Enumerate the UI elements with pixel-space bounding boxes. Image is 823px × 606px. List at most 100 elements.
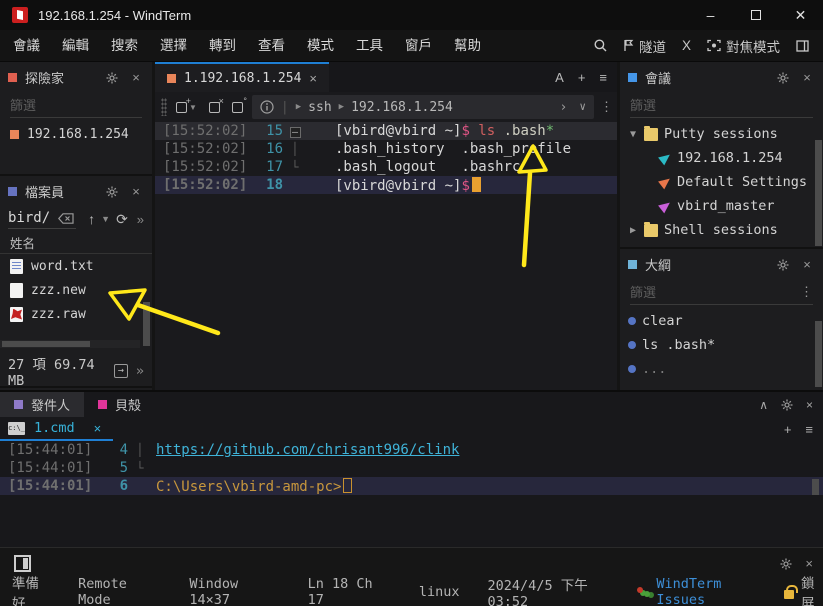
filer-settings-icon[interactable] [104,184,120,199]
new-tab-icon[interactable]: + [578,70,586,85]
outline-settings-icon[interactable] [775,257,791,272]
layout-toggle-icon[interactable] [792,40,813,52]
sessions-filter-input[interactable]: 篩選 [630,92,813,118]
explorer-host-item[interactable]: 192.168.1.254 [0,122,152,146]
maximize-button[interactable] [733,0,778,30]
status-cursor-position[interactable]: Ln 18 Ch 17 [308,576,383,606]
status-mode[interactable]: Remote Mode [78,576,153,606]
explorer-filter-input[interactable]: 篩選 [10,92,142,118]
tree-group-putty-sessions[interactable]: ▼ Putty sessions [620,122,823,146]
filer-vscroll-thumb[interactable] [143,302,150,346]
outline-item-clear[interactable]: clear [620,309,823,333]
close-button[interactable]: ✕ [778,0,823,30]
clone-session-button[interactable]: ° [229,102,246,113]
minimize-button[interactable]: – [688,0,733,30]
filer-horizontal-scrollbar[interactable] [0,340,140,348]
menu-session[interactable]: 會議 [2,30,51,62]
menu-window[interactable]: 窗戶 [394,30,443,62]
file-row-zzz-raw[interactable]: zzz.raw [0,302,152,326]
up-dropdown-icon[interactable]: ▼ [101,214,110,224]
filer-status-more-icon[interactable]: » [136,363,144,379]
cmd-tab-close-icon[interactable]: × [94,421,102,436]
toolbar-overflow-icon[interactable]: ⋮ [600,99,613,115]
terminal-tab-active[interactable]: 1.192.168.1.254 × [155,62,329,92]
outline-item-ls-bash[interactable]: ls .bash* [620,333,823,357]
address-bar[interactable]: | ▶ ssh ▶ 192.168.1.254 › ∨ [252,95,594,119]
terminal-tab-close-icon[interactable]: × [309,71,317,86]
menu-view[interactable]: 查看 [247,30,296,62]
menu-search[interactable]: 搜索 [100,30,149,62]
filer-hscroll-thumb[interactable] [2,341,90,347]
strip-settings-icon[interactable] [780,556,792,571]
menu-goto[interactable]: 轉到 [198,30,247,62]
new-session-button[interactable]: +▼ [173,102,200,113]
focus-mode-button[interactable]: 對焦模式 [703,36,784,56]
expander-open-icon[interactable]: ▼ [628,129,638,140]
outline-close-icon[interactable]: × [799,257,815,272]
dock-collapse-icon[interactable]: ∧ [759,398,768,412]
dock-tab-shell[interactable]: 貝殼 [84,392,155,417]
up-directory-icon[interactable]: ↑ [88,211,95,227]
menu-edit[interactable]: 編輯 [51,30,100,62]
address-segment[interactable]: 192.168.1.254 [351,100,453,115]
outline-overflow-icon[interactable]: ⋮ [800,284,813,300]
x-server-button[interactable]: X [678,38,695,53]
dock-new-tab-icon[interactable]: + [784,422,792,437]
explorer-close-icon[interactable]: × [128,70,144,85]
open-location-icon[interactable]: → [114,364,128,378]
menu-mode[interactable]: 模式 [296,30,345,62]
dock-tab-sender[interactable]: 發件人 [0,392,84,417]
strip-close-icon[interactable]: × [805,556,813,571]
hyperlink[interactable]: https://github.com/chrisant996/clink [156,442,459,458]
protocol-segment[interactable]: ssh [308,100,331,115]
path-input[interactable]: bird/ [8,209,76,229]
toolbar-grip-handle[interactable] [161,98,167,116]
refresh-icon[interactable]: ⟳ [116,211,128,228]
name-column-header[interactable]: 姓名 [0,232,152,254]
cmd-tab-active[interactable]: c:\_ 1.cmd × [0,417,113,441]
run-chevron-icon[interactable]: › [560,100,568,115]
lock-screen-button[interactable]: 鎖屏 [784,572,823,606]
tree-item-vbird-master[interactable]: vbird_master [620,194,823,218]
explorer-settings-icon[interactable] [104,70,120,85]
file-row-zzz-new[interactable]: zzz.new [0,278,152,302]
filer-more-icon[interactable]: » [137,212,144,227]
status-ready[interactable]: 準備好 [12,572,46,606]
outline-filter-input[interactable]: 篩選 ⋮ [630,279,813,305]
outline-vscroll-thumb[interactable] [815,321,822,387]
tree-group-shell-sessions[interactable]: ▶ Shell sessions [620,218,823,242]
sessions-vscroll-thumb[interactable] [815,140,822,246]
outline-item-current[interactable]: ... [620,357,823,381]
tree-item-default-settings[interactable]: Default Settings [620,170,823,194]
dock-vscroll-thumb[interactable] [812,479,819,495]
dock-settings-icon[interactable] [781,398,793,412]
tree-item-host[interactable]: 192.168.1.254 [620,146,823,170]
dock-close-icon[interactable]: × [806,398,813,412]
cmd-terminal-output[interactable]: [15:44:01] 4 │ https://github.com/chrisa… [0,441,823,547]
file-row-word-txt[interactable]: word.txt [0,254,152,278]
tree-item-clipped-host[interactable]: 192.168.1.254 [620,242,823,249]
backspace-icon[interactable] [58,213,74,224]
status-os-type[interactable]: linux [419,584,460,600]
menu-help[interactable]: 幫助 [443,30,492,62]
filer-close-icon[interactable]: × [128,184,144,199]
terminal-output[interactable]: [15:52:02] 15 – [vbird@vbird ~]$ ls .bas… [155,122,617,194]
sessions-close-icon[interactable]: × [799,70,815,85]
windterm-issues-link[interactable]: WindTerm Issues [637,576,758,606]
search-icon[interactable] [590,39,611,52]
menu-select[interactable]: 選擇 [149,30,198,62]
toggle-panel-icon[interactable] [14,555,31,572]
sessions-settings-icon[interactable] [775,70,791,85]
tab-list-icon[interactable]: ≡ [599,70,607,85]
history-dropdown-icon[interactable]: ∨ [579,100,586,115]
fold-collapse-icon[interactable]: – [283,124,307,138]
info-icon[interactable] [260,100,274,114]
status-window-size[interactable]: Window 14×37 [189,576,271,606]
dock-tab-list-icon[interactable]: ≡ [805,422,813,437]
tunnel-button[interactable]: 隧道 [619,36,670,56]
expander-closed-icon[interactable]: ▶ [628,225,638,236]
close-session-button[interactable]: × [206,102,223,113]
menu-tools[interactable]: 工具 [345,30,394,62]
status-datetime[interactable]: 2024/4/5 下午 03:52 [488,574,613,606]
font-size-button[interactable]: A [555,70,564,85]
